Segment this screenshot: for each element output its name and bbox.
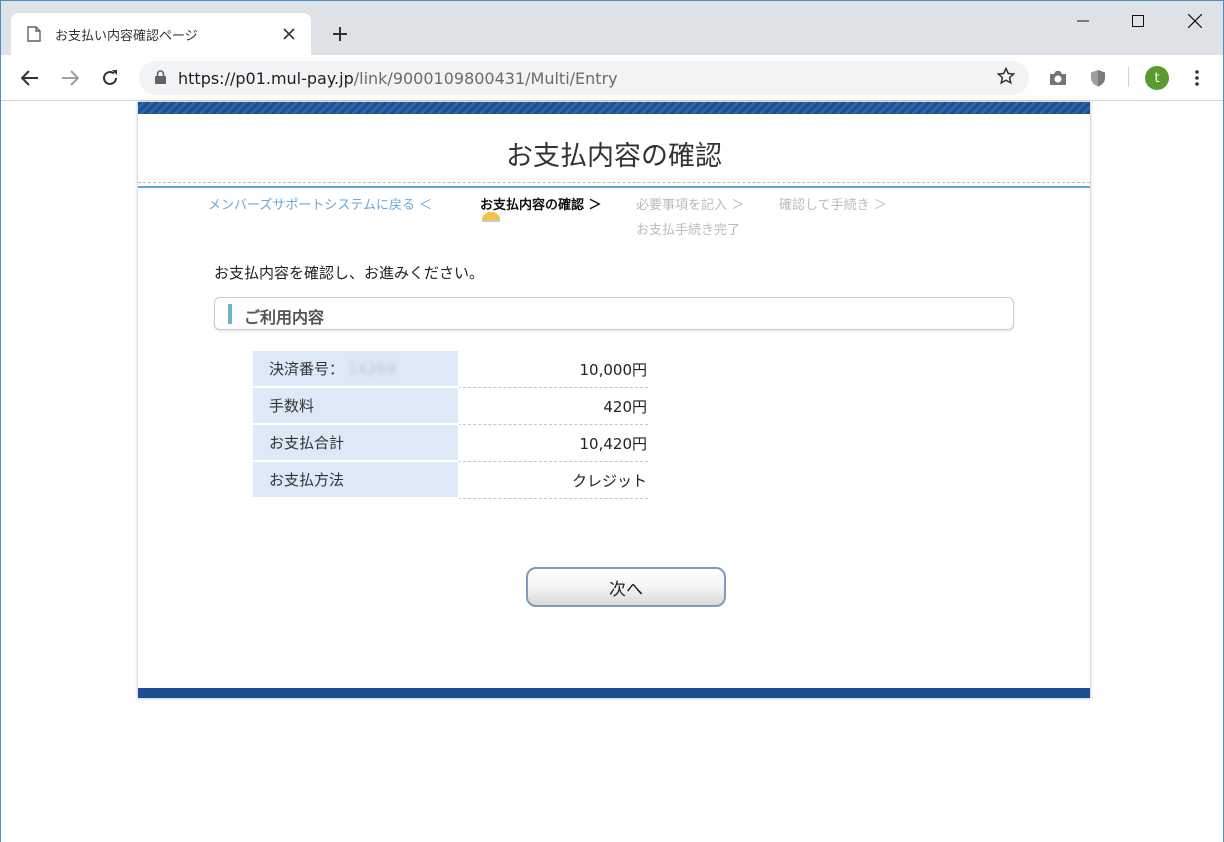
avatar: t (1145, 66, 1169, 90)
url-host: https://p01.mul-pay.jp (178, 68, 354, 88)
row-value: 10,000円 (457, 351, 648, 388)
section-accent-bar (228, 304, 232, 324)
maximize-icon[interactable] (1126, 9, 1150, 33)
step-confirm: 確認して手続き ＞ (779, 198, 887, 213)
row-label: 決済番号： 14269 (253, 351, 458, 388)
step-current: お支払内容の確認 ＞ (480, 198, 602, 213)
title-divider (138, 186, 1090, 188)
step-enter-details: 必要事項を記入 ＞ (636, 198, 745, 213)
payment-details-table: 決済番号： 14269 10,000円 手数料 420円 お支払合計 10,420… (253, 351, 648, 499)
table-row: お支払合計 10,420円 (253, 425, 648, 462)
table-row: 手数料 420円 (253, 388, 648, 425)
url-path: /link/9000109800431/Multi/Entry (353, 68, 618, 88)
table-row: お支払方法 クレジット (253, 462, 648, 499)
page-icon (27, 26, 41, 42)
close-tab-icon[interactable] (279, 24, 299, 44)
profile-avatar[interactable]: t (1144, 65, 1170, 91)
step-complete: お支払手続き完了 (636, 223, 741, 238)
reload-icon[interactable] (97, 65, 123, 91)
section-title: ご利用内容 (244, 308, 325, 327)
address-bar[interactable]: https://p01.mul-pay.jp/link/900010980043… (139, 61, 1029, 95)
payment-number-masked: 14269 (348, 360, 396, 378)
page-viewport: お支払内容の確認 メンバーズサポートシステムに戻る ＜ お支払内容の確認 ＞ 必… (1, 102, 1223, 842)
url-text: https://p01.mul-pay.jp/link/900010980043… (178, 69, 997, 88)
row-value: 10,420円 (457, 425, 648, 462)
instruction-text: お支払内容を確認し、お進みください。 (214, 264, 485, 282)
page-title: お支払内容の確認 (506, 141, 722, 172)
current-step-marker (482, 212, 500, 220)
browser-toolbar: https://p01.mul-pay.jp/link/900010980043… (1, 55, 1223, 101)
forward-arrow-icon[interactable] (57, 65, 83, 91)
tab-title: お支払い内容確認ページ (55, 28, 198, 44)
tab-strip: お支払い内容確認ページ (1, 1, 1223, 55)
camera-icon[interactable] (1045, 65, 1071, 91)
title-divider-dotted (138, 182, 1090, 183)
minimize-icon[interactable] (1071, 9, 1095, 33)
lock-icon (155, 69, 166, 88)
table-row: 決済番号： 14269 10,000円 (253, 351, 648, 388)
row-label: お支払合計 (253, 425, 458, 462)
row-value: クレジット (457, 462, 648, 499)
row-value: 420円 (457, 388, 648, 425)
back-arrow-icon[interactable] (17, 65, 43, 91)
close-window-icon[interactable] (1183, 9, 1207, 33)
next-button[interactable]: 次へ (526, 567, 726, 607)
browser-tab[interactable]: お支払い内容確認ページ (11, 13, 311, 55)
row-label: お支払方法 (253, 462, 458, 499)
toolbar-divider (1128, 67, 1129, 87)
menu-dots-icon[interactable] (1184, 65, 1210, 91)
section-header: ご利用内容 (214, 297, 1014, 330)
star-icon[interactable] (996, 66, 1016, 89)
payment-number-label: 決済番号： (269, 360, 345, 378)
step-back-link[interactable]: メンバーズサポートシステムに戻る ＜ (208, 194, 432, 213)
row-label: 手数料 (253, 388, 458, 425)
header-stripe (138, 102, 1090, 114)
shield-icon[interactable] (1085, 65, 1111, 91)
footer-stripe (138, 688, 1090, 698)
payment-card: お支払内容の確認 メンバーズサポートシステムに戻る ＜ お支払内容の確認 ＞ 必… (138, 102, 1090, 698)
new-tab-icon[interactable] (327, 21, 353, 47)
